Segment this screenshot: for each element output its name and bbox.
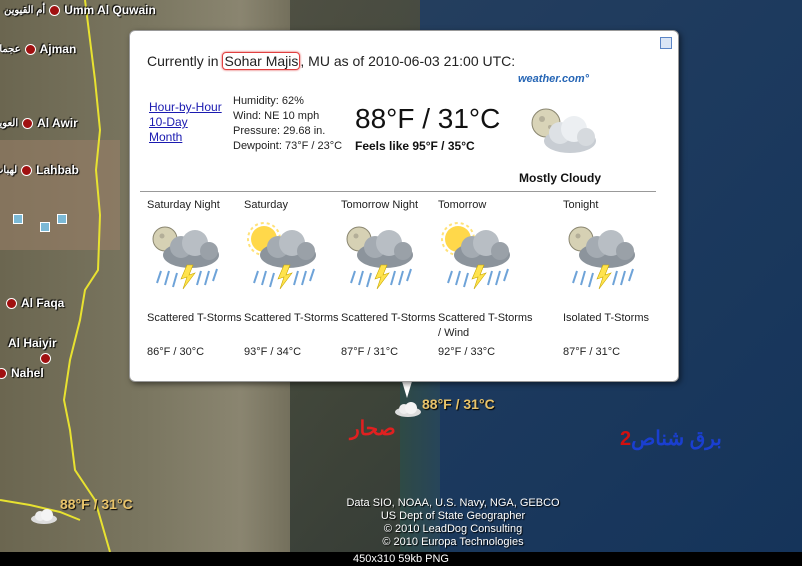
location-pin-icon (49, 4, 61, 16)
forecast-name: Saturday Night (147, 199, 220, 211)
place-label: Al Faqa (21, 296, 65, 310)
wind: Wind: NE 10 mph (233, 110, 320, 122)
forecast-name: Tonight (563, 199, 599, 211)
weather-details: Humidity: 62% Wind: NE 10 mph Pressure: … (233, 94, 342, 154)
weather-popup: Currently in Sohar Majis, MU as of 2010-… (129, 30, 679, 382)
humidity: Humidity: 62% (233, 95, 304, 107)
title-prefix: Currently in (147, 53, 219, 69)
forecast-day: Saturday Scattered T-Storms 93°F / 34°C (244, 199, 344, 358)
link-month[interactable]: Month (149, 130, 222, 145)
location-name: Sohar Majis (222, 52, 301, 70)
credit-line: US Dept of State Geographer (380, 510, 526, 522)
poi-marker-icon[interactable] (13, 214, 23, 224)
location-pin-icon (0, 367, 7, 379)
title-suffix: , MU as of 2010-06-03 21:00 UTC: (300, 53, 516, 69)
poi-marker-icon[interactable] (57, 214, 67, 224)
weather-cloud-icon[interactable] (393, 400, 423, 418)
forecast-day: Tonight Isolated T-Storms 87°F / 31°C (563, 199, 663, 358)
link-10-day[interactable]: 10-Day (149, 115, 222, 130)
temp-label[interactable]: 88°F / 31°C (422, 396, 495, 412)
location-pin-icon (22, 117, 34, 129)
place-lahbab[interactable]: لهباب Lahbab (0, 163, 79, 177)
place-label: Nahel (11, 366, 44, 380)
link-hour-by-hour[interactable]: Hour-by-Hour (149, 100, 222, 115)
forecast-description: Scattered T-Storms (147, 312, 242, 324)
signature-text: برق شناص (631, 428, 722, 450)
credit-line: © 2010 Europa Technologies (382, 536, 524, 548)
night-storm-icon (568, 226, 635, 290)
place-label: أم القيوين (4, 4, 46, 16)
place-ajman[interactable]: عجمان Ajman (0, 42, 76, 56)
poi-marker-icon[interactable] (40, 222, 50, 232)
forecast-name: Tomorrow (438, 199, 487, 211)
forecast-description: Scattered T-Storms (244, 312, 339, 324)
place-al-awir[interactable]: العوير Al Awir (0, 116, 78, 130)
temp-label[interactable]: 88°F / 31°C (60, 496, 133, 512)
place-label: عجمان (0, 43, 21, 55)
forecast-day: Tomorrow Night Scattered T-Storms 87°F / 3… (341, 199, 441, 358)
place-label: Lahbab (36, 163, 79, 177)
forecast-temperature: 87°F / 31°C (341, 346, 399, 358)
place-label: لهباب (0, 164, 18, 176)
city-arabic-label: صحار (350, 418, 396, 440)
forecast-day: Tomorrow Scattered T-Storms / Wind 92°F / … (438, 199, 538, 358)
forecast-temperature: 87°F / 31°C (563, 346, 621, 358)
night-storm-icon (346, 226, 413, 290)
night-storm-icon (152, 226, 219, 290)
forecast-temperature: 86°F / 30°C (147, 346, 205, 358)
feels-like: Feels like 95°F / 35°C (355, 139, 475, 153)
moon-cloud-icon (531, 108, 596, 153)
location-pin-icon (21, 164, 33, 176)
close-icon[interactable] (660, 37, 672, 49)
location-pin-icon (24, 43, 36, 55)
forecast-description: Isolated T-Storms (563, 312, 649, 324)
signature-label: برق شناص2 (620, 426, 722, 451)
map-credits: Data SIO, NOAA, U.S. Navy, NGA, GEBCO US… (342, 497, 564, 549)
sun-storm-icon (247, 222, 316, 290)
forecast-description: Scattered T-Storms / Wind (438, 312, 533, 339)
current-condition: Mostly Cloudy (519, 171, 602, 185)
signature-number: 2 (620, 428, 632, 450)
place-umm-al-quwain[interactable]: أم القيوين Umm Al Quwain (4, 3, 156, 17)
dewpoint: Dewpoint: 73°F / 23°C (233, 140, 343, 152)
place-label: Ajman (39, 42, 77, 56)
forecast-temperature: 92°F / 33°C (438, 346, 496, 358)
place-label: Umm Al Quwain (64, 3, 156, 17)
place-al-haiyir[interactable]: Al Haiyir (8, 336, 57, 350)
sun-storm-icon (441, 222, 510, 290)
current-temperature: 88°F / 31°C (355, 103, 501, 134)
forecast-links: Hour-by-Hour 10-Day Month (149, 100, 222, 145)
weather-com-logo[interactable]: weather.com° (518, 73, 589, 85)
weather-cloud-icon[interactable] (28, 506, 60, 526)
place-label: Al Haiyir (8, 336, 57, 350)
forecast-description: Scattered T-Storms (341, 312, 436, 324)
place-label: العوير (0, 117, 19, 129)
credit-line: Data SIO, NOAA, U.S. Navy, NGA, GEBCO (346, 497, 560, 509)
forecast-name: Tomorrow Night (341, 199, 419, 211)
pressure: Pressure: 29.68 in. (233, 125, 326, 137)
location-pin-icon (40, 353, 51, 364)
forecast-temperature: 93°F / 34°C (244, 346, 302, 358)
place-label: Al Awir (37, 116, 78, 130)
forecast-day: Saturday Night Scattered T-Storms 86°F / 3… (147, 199, 247, 358)
place-nahel[interactable]: Nahel (0, 366, 44, 380)
current-title: Currently in Sohar Majis, MU as of 2010-… (147, 52, 516, 70)
location-pin-icon (6, 297, 17, 309)
status-bar: 450x310 59kb PNG (0, 552, 802, 566)
credit-line: © 2010 LeadDog Consulting (383, 523, 523, 535)
place-al-faqa[interactable]: Al Faqa (6, 296, 64, 310)
divider (140, 191, 656, 192)
forecast-name: Saturday (244, 199, 289, 211)
